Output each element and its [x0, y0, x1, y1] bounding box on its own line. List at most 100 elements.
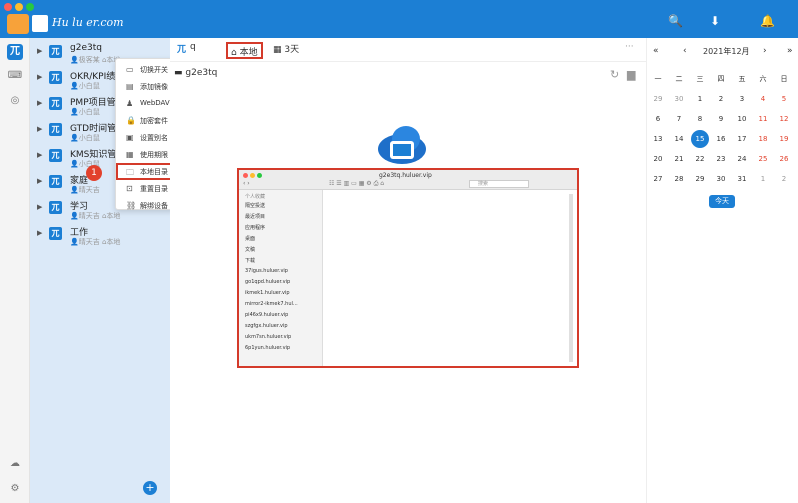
day-cell[interactable]: 31: [733, 170, 751, 188]
finder-scrollbar[interactable]: [569, 194, 573, 362]
toggle-icon: ▭: [126, 65, 134, 74]
menu-item-alias[interactable]: ▣ 设置别名: [116, 129, 176, 146]
finder-search-input[interactable]: 搜索: [469, 180, 529, 188]
menu-item-local-directory[interactable]: 🗀 本地目录: [116, 163, 176, 180]
sync-icon[interactable]: ⬇: [710, 14, 720, 28]
day-cell[interactable]: 8: [691, 110, 709, 128]
day-cell[interactable]: 9: [712, 110, 730, 128]
day-cell[interactable]: 14: [670, 130, 688, 148]
finder-item[interactable]: 最近项目: [245, 213, 265, 220]
expand-arrow-icon[interactable]: ▶: [37, 203, 42, 211]
day-cell[interactable]: 20: [649, 150, 667, 168]
day-cell[interactable]: 13: [649, 130, 667, 148]
tab-local[interactable]: ⌂ 本地: [226, 42, 263, 59]
more-tabs-button[interactable]: ···: [625, 42, 634, 59]
day-cell[interactable]: 4: [754, 90, 772, 108]
day-cell[interactable]: 19: [775, 130, 793, 148]
menu-item-encryption[interactable]: 🔒 加密套件: [116, 112, 176, 129]
expand-arrow-icon[interactable]: ▶: [37, 177, 42, 185]
left-rail: 兀 ⌨ ◎ ☁ ⚙: [0, 38, 30, 503]
day-cell[interactable]: 25: [754, 150, 772, 168]
finder-item[interactable]: 37igus.huluer.vip: [245, 268, 288, 274]
day-cell[interactable]: 10: [733, 110, 751, 128]
day-cell[interactable]: 3: [733, 90, 751, 108]
day-cell[interactable]: 6: [649, 110, 667, 128]
finder-item[interactable]: ikmek1.huluer.vip: [245, 290, 290, 296]
day-cell[interactable]: 2: [775, 170, 793, 188]
new-folder-icon[interactable]: ▆: [627, 68, 635, 81]
finder-item[interactable]: 6p1yun.huluer.vip: [245, 345, 290, 351]
day-cell[interactable]: 11: [754, 110, 772, 128]
day-cell[interactable]: 30: [670, 90, 688, 108]
day-cell[interactable]: 30: [712, 170, 730, 188]
close-window-button[interactable]: [4, 3, 12, 11]
back-forward-buttons[interactable]: ‹ ›: [243, 180, 250, 187]
finder-item[interactable]: 桌面: [245, 235, 255, 242]
refresh-icon[interactable]: ↻: [610, 68, 619, 81]
prev-year-button[interactable]: «: [653, 46, 659, 56]
add-repo-button[interactable]: +: [143, 481, 157, 495]
tree-item[interactable]: ▶ 兀 工作 👤晴天吉 ⌂本地: [30, 224, 170, 250]
unlink-icon: ⛓: [126, 201, 137, 210]
day-cell[interactable]: 26: [775, 150, 793, 168]
expand-arrow-icon[interactable]: ▶: [37, 151, 42, 159]
expand-arrow-icon[interactable]: ▶: [37, 125, 42, 133]
prev-month-button[interactable]: ‹: [683, 46, 687, 56]
day-cell[interactable]: 7: [670, 110, 688, 128]
day-cell-today[interactable]: 15: [691, 130, 709, 148]
weekday-label: 一: [654, 75, 662, 83]
finder-item[interactable]: ukm7sn.huluer.vip: [245, 334, 291, 340]
finder-item[interactable]: go1qpd.huluer.vip: [245, 279, 290, 285]
keyboard-icon[interactable]: ⌨: [7, 68, 23, 84]
next-year-button[interactable]: »: [787, 46, 793, 56]
minimize-window-button[interactable]: [15, 3, 23, 11]
tab-3days[interactable]: ▦ 3天: [273, 42, 299, 59]
menu-item-webdav[interactable]: ♟ WebDAV: [116, 95, 176, 112]
day-cell[interactable]: 24: [733, 150, 751, 168]
bell-icon[interactable]: 🔔: [760, 14, 775, 28]
next-month-button[interactable]: ›: [763, 46, 767, 56]
finder-item[interactable]: 文稿: [245, 246, 255, 253]
day-cell[interactable]: 1: [754, 170, 772, 188]
menu-item-mirror[interactable]: ▤ 添加镜像: [116, 78, 176, 95]
finder-item[interactable]: pi46x9.huluer.vip: [245, 312, 288, 318]
finder-item[interactable]: 下载: [245, 257, 255, 264]
day-cell[interactable]: 2: [712, 90, 730, 108]
menu-item-reset-directory[interactable]: ⊡ 重置目录: [116, 180, 176, 197]
cloud-upload-icon[interactable]: ☁: [7, 456, 23, 472]
day-cell[interactable]: 28: [670, 170, 688, 188]
day-cell[interactable]: 21: [670, 150, 688, 168]
menu-item-unbind[interactable]: ⛓ 解绑设备: [116, 197, 176, 210]
finder-item[interactable]: szgfgx.huluer.vip: [245, 323, 288, 329]
chat-icon[interactable]: ◎: [7, 93, 23, 109]
repo-tab-icon[interactable]: 兀: [177, 42, 186, 59]
day-cell[interactable]: 22: [691, 150, 709, 168]
menu-item-expiry[interactable]: ▦ 使用期限: [116, 146, 176, 163]
day-cell[interactable]: 12: [775, 110, 793, 128]
home-logo-icon[interactable]: 兀: [7, 44, 23, 60]
finder-item[interactable]: 应用程序: [245, 224, 265, 231]
day-cell[interactable]: 16: [712, 130, 730, 148]
settings-icon[interactable]: ⚙: [7, 481, 23, 497]
expand-arrow-icon[interactable]: ▶: [37, 47, 42, 55]
day-cell[interactable]: 23: [712, 150, 730, 168]
expand-arrow-icon[interactable]: ▶: [37, 99, 42, 107]
view-options[interactable]: ☷ ☰ ▥ ▭ ▦ ⚙ ⎙ ⌂: [329, 180, 384, 188]
today-button[interactable]: 今天: [709, 195, 735, 208]
day-cell[interactable]: 18: [754, 130, 772, 148]
day-cell[interactable]: 17: [733, 130, 751, 148]
tab-repo[interactable]: q: [190, 42, 196, 59]
expand-arrow-icon[interactable]: ▶: [37, 229, 42, 237]
menu-item-toggle[interactable]: ▭ 切换开关: [116, 61, 176, 78]
weekday-label: 五: [738, 75, 746, 83]
finder-item[interactable]: 隔空投送: [245, 202, 265, 209]
finder-item[interactable]: mirror2-ikmek7.hul...: [245, 301, 298, 307]
day-cell[interactable]: 29: [649, 90, 667, 108]
day-cell[interactable]: 1: [691, 90, 709, 108]
day-cell[interactable]: 29: [691, 170, 709, 188]
day-cell[interactable]: 27: [649, 170, 667, 188]
search-doc-icon[interactable]: 🔍: [668, 14, 683, 28]
expand-arrow-icon[interactable]: ▶: [37, 73, 42, 81]
day-cell[interactable]: 5: [775, 90, 793, 108]
zoom-window-button[interactable]: [26, 3, 34, 11]
